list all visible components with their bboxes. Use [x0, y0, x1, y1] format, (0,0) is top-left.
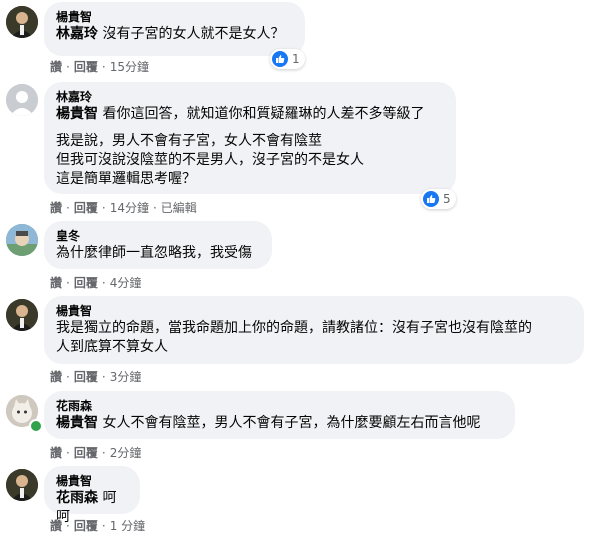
avatar[interactable] [6, 469, 38, 501]
mention-tag[interactable]: 楊貴智 [56, 106, 98, 122]
reaction-count[interactable]: 5 [421, 189, 456, 209]
comment-author[interactable]: 楊貴智 [56, 473, 128, 489]
comment-paragraph: 我是說，男人不會有子宮，女人不會有陰莖 但我可沒說沒陰莖的不是男人，沒子宮的不是… [56, 133, 364, 187]
reply-button[interactable]: 回覆 [74, 201, 98, 215]
comment-bubble: 楊貴智 我是獨立的命題，當我命題加上你的命題，請教諸位：沒有子宮也沒有陰莖的 人… [44, 296, 584, 364]
timestamp[interactable]: 15分鐘 [110, 60, 149, 74]
thumbs-up-icon [272, 51, 288, 67]
comment-actions: 讚 · 回覆 · 3分鐘 [50, 370, 142, 384]
like-button[interactable]: 讚 [50, 519, 62, 533]
comment-text: 楊貴智 女人不會有陰莖，男人不會有子宮，為什麼要顧左右而言他呢 [56, 414, 503, 433]
comment-paragraph: 女人不會有陰莖，男人不會有子宮，為什麼要顧左右而言他呢 [102, 415, 481, 431]
comment-author[interactable]: 皇冬 [56, 228, 260, 244]
timestamp[interactable]: 1 分鐘 [110, 519, 145, 533]
comment-actions: 讚 · 回覆 · 1 分鐘 [50, 519, 146, 533]
avatar[interactable] [6, 299, 38, 331]
comment-text: 為什麼律師一直忽略我，我受傷 [56, 244, 260, 263]
comment-author[interactable]: 花雨森 [56, 398, 503, 414]
like-button[interactable]: 讚 [50, 60, 62, 74]
reply-button[interactable]: 回覆 [74, 370, 98, 384]
edited-label[interactable]: 已編輯 [161, 201, 197, 215]
mention-tag[interactable]: 林嘉玲 [56, 26, 98, 42]
like-button[interactable]: 讚 [50, 276, 62, 290]
comment-actions: 讚 · 回覆 · 4分鐘 [50, 276, 142, 290]
reply-button[interactable]: 回覆 [74, 519, 98, 533]
comment-text: 我是獨立的命題，當我命題加上你的命題，請教諸位：沒有子宮也沒有陰莖的 人到底算不… [56, 319, 572, 357]
comment-bubble: 楊貴智 花雨森 呵呵 [44, 466, 140, 525]
comment-actions: 讚 · 回覆 · 14分鐘 · 已編輯 [50, 201, 197, 215]
comment-text: 楊貴智 看你這回答，就知道你和質疑羅琳的人差不多等級了我是說，男人不會有子宮，女… [56, 105, 444, 189]
like-button[interactable]: 讚 [50, 370, 62, 384]
comment-text: 林嘉玲 沒有子宮的女人就不是女人？ [56, 25, 293, 44]
timestamp[interactable]: 2分鐘 [110, 446, 142, 460]
like-button[interactable]: 讚 [50, 446, 62, 460]
reply-button[interactable]: 回覆 [74, 276, 98, 290]
comment-paragraph: 為什麼律師一直忽略我，我受傷 [56, 245, 252, 261]
comment-bubble: 楊貴智 林嘉玲 沒有子宮的女人就不是女人？ [44, 2, 305, 56]
comment-author[interactable]: 楊貴智 [56, 9, 293, 25]
reply-button[interactable]: 回覆 [74, 446, 98, 460]
mention-tag[interactable]: 楊貴智 [56, 415, 98, 431]
reply-button[interactable]: 回覆 [74, 60, 98, 74]
reaction-count[interactable]: 1 [270, 49, 305, 69]
thumbs-up-icon [423, 191, 439, 207]
comment-paragraph: 沒有子宮的女人就不是女人？ [102, 26, 285, 42]
timestamp[interactable]: 4分鐘 [110, 276, 142, 290]
comment-author[interactable]: 楊貴智 [56, 303, 572, 319]
avatar[interactable] [6, 6, 38, 38]
comment-paragraph: 看你這回答，就知道你和質疑羅琳的人差不多等級了 [102, 106, 425, 122]
comment-bubble: 花雨森 楊貴智 女人不會有陰莖，男人不會有子宮，為什麼要顧左右而言他呢 [44, 391, 515, 439]
comment-actions: 讚 · 回覆 · 15分鐘 [50, 60, 149, 74]
avatar[interactable] [6, 84, 38, 116]
like-button[interactable]: 讚 [50, 201, 62, 215]
mention-tag[interactable]: 花雨森 [56, 490, 98, 506]
avatar[interactable] [6, 224, 38, 256]
online-status-icon [29, 419, 43, 433]
comment-bubble: 皇冬 為什麼律師一直忽略我，我受傷 [44, 221, 272, 269]
comment-bubble: 林嘉玲 楊貴智 看你這回答，就知道你和質疑羅琳的人差不多等級了我是說，男人不會有… [44, 82, 456, 194]
comment-author[interactable]: 林嘉玲 [56, 89, 444, 105]
comment-actions: 讚 · 回覆 · 2分鐘 [50, 446, 142, 460]
comment-paragraph: 我是獨立的命題，當我命題加上你的命題，請教諸位：沒有子宮也沒有陰莖的 人到底算不… [56, 320, 532, 355]
timestamp[interactable]: 14分鐘 [110, 201, 149, 215]
timestamp[interactable]: 3分鐘 [110, 370, 142, 384]
